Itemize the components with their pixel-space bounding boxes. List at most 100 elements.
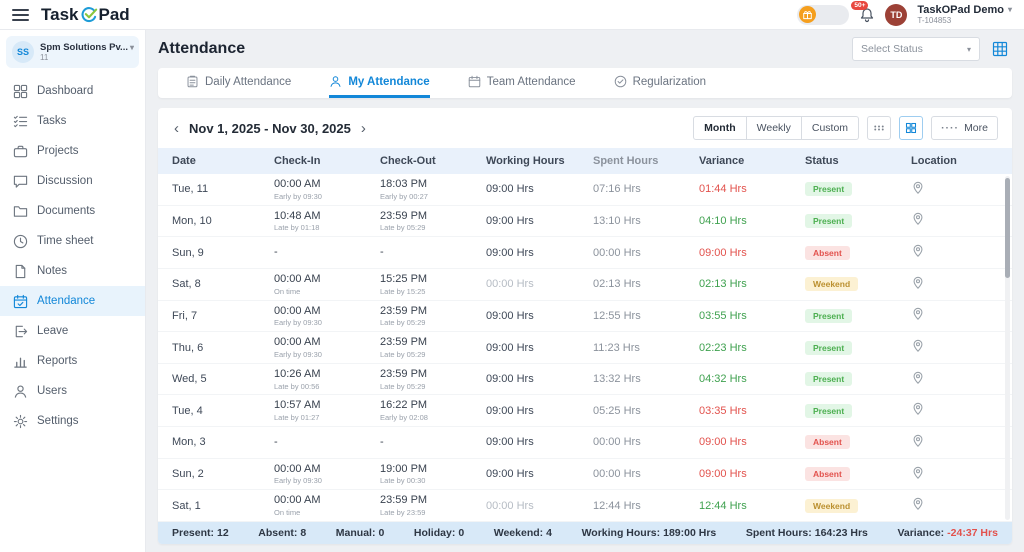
- sidebar-item-projects[interactable]: Projects: [0, 136, 145, 166]
- location-pin-icon[interactable]: [911, 466, 925, 480]
- table-row[interactable]: Fri, 7 00:00 AM Early by 09:30 23:59 PM …: [158, 301, 1012, 333]
- location-pin-icon[interactable]: [911, 276, 925, 290]
- sidebar-item-label: Reports: [37, 355, 78, 367]
- status-badge: Absent: [805, 245, 850, 260]
- user-avatar[interactable]: TD: [885, 3, 908, 26]
- sidebar-item-label: Discussion: [37, 175, 93, 187]
- checkout-cell: 23:59 PM Late by 05:29: [380, 210, 486, 233]
- sidebar-item-tasks[interactable]: Tasks: [0, 106, 145, 136]
- checkout-note: Late by 15:25: [380, 286, 426, 296]
- sidebar-item-users[interactable]: Users: [0, 376, 145, 406]
- spent-hours-value: 12:55 Hrs: [593, 309, 641, 322]
- summary-item: Manual: 0: [336, 527, 385, 539]
- notification-badge: 50+: [851, 0, 869, 10]
- more-dots-icon: ····: [941, 122, 960, 134]
- location-pin-icon[interactable]: [911, 181, 925, 195]
- calendar-view-button[interactable]: [899, 116, 924, 140]
- grid-view-button[interactable]: [988, 37, 1012, 61]
- gift-icon[interactable]: [799, 6, 817, 23]
- variance-value: 02:13 Hrs: [699, 278, 747, 291]
- view-month-button[interactable]: Month: [693, 116, 747, 140]
- location-pin-icon[interactable]: [911, 402, 925, 416]
- location-pin-icon[interactable]: [911, 307, 925, 321]
- table-row[interactable]: Wed, 5 10:26 AM Late by 00:56 23:59 PM L…: [158, 364, 1012, 396]
- working-hours-value: 09:00 Hrs: [486, 341, 534, 354]
- table-row[interactable]: Sat, 1 00:00 AM On time 23:59 PM Late by…: [158, 490, 1012, 522]
- more-button[interactable]: ···· More: [931, 116, 998, 140]
- checkout-time: -: [380, 245, 384, 258]
- table-row[interactable]: Sat, 8 00:00 AM On time 15:25 PM Late by…: [158, 269, 1012, 301]
- sidebar-item-label: Projects: [37, 145, 79, 157]
- checkin-note: Early by 09:30: [274, 318, 322, 328]
- hamburger-menu-icon[interactable]: [12, 8, 29, 21]
- tab-daily-attendance[interactable]: Daily Attendance: [186, 68, 291, 98]
- variance-value: 02:23 Hrs: [699, 341, 747, 354]
- column-checkout: Check-Out: [380, 155, 436, 167]
- logo-checkmark-icon: [81, 6, 97, 22]
- sidebar-item-dashboard[interactable]: Dashboard: [0, 76, 145, 106]
- tab-regularization[interactable]: Regularization: [614, 68, 706, 98]
- summary-item: Weekend: 4: [494, 527, 552, 539]
- checkout-time: 16:22 PM: [380, 399, 428, 412]
- table-header: Date Check-In Check-Out Working Hours Sp…: [158, 148, 1012, 174]
- status-filter-select[interactable]: Select Status ▾: [852, 37, 980, 61]
- status-badge: Weekend: [805, 498, 859, 513]
- scrollbar-thumb[interactable]: [1005, 178, 1010, 278]
- location-pin-icon[interactable]: [911, 212, 925, 226]
- sidebar-item-timesheet[interactable]: Time sheet: [0, 226, 145, 256]
- checkout-time: 15:25 PM: [380, 272, 428, 285]
- table-row[interactable]: Mon, 3 - - 09:00 Hrs 00:00 Hrs 09:00 Hrs…: [158, 427, 1012, 459]
- date-cell: Thu, 6: [172, 341, 204, 354]
- location-pin-icon[interactable]: [911, 339, 925, 353]
- note-icon: [15, 264, 26, 278]
- column-working-hours: Working Hours: [486, 155, 565, 167]
- notifications-button[interactable]: 50+: [851, 0, 875, 23]
- view-weekly-button[interactable]: Weekly: [746, 116, 802, 140]
- sidebar-item-attendance[interactable]: Attendance: [0, 286, 145, 316]
- prev-month-icon[interactable]: ‹: [172, 121, 181, 136]
- location-pin-icon[interactable]: [911, 497, 925, 511]
- sidebar-item-discussion[interactable]: Discussion: [0, 166, 145, 196]
- sidebar-item-documents[interactable]: Documents: [0, 196, 145, 226]
- company-avatar: SS: [12, 41, 34, 63]
- scrollbar[interactable]: [1005, 176, 1010, 520]
- sidebar-item-leave[interactable]: Leave: [0, 316, 145, 346]
- next-month-icon[interactable]: ›: [359, 121, 368, 136]
- location-pin-icon[interactable]: [911, 434, 925, 448]
- table-row[interactable]: Tue, 4 10:57 AM Late by 01:27 16:22 PM E…: [158, 395, 1012, 428]
- sidebar-item-settings[interactable]: Settings: [0, 406, 145, 436]
- sidebar-item-reports[interactable]: Reports: [0, 346, 145, 376]
- view-custom-button[interactable]: Custom: [801, 116, 860, 140]
- sidebar-item-notes[interactable]: Notes: [0, 256, 145, 286]
- gear-icon: [13, 414, 28, 428]
- location-pin-icon[interactable]: [911, 371, 925, 385]
- clipboard-icon: [187, 75, 198, 88]
- table-row[interactable]: Sun, 2 00:00 AM Early by 09:30 19:00 PM …: [158, 459, 1012, 491]
- status-badge: Weekend: [805, 277, 859, 292]
- tab-my-attendance[interactable]: My Attendance: [329, 68, 430, 98]
- date-cell: Tue, 4: [172, 404, 203, 417]
- bar-chart-icon: [14, 357, 27, 368]
- summary-item: Working Hours: 189:00 Hrs: [582, 527, 717, 539]
- promo-pill[interactable]: [797, 4, 850, 25]
- checkin-time: 00:00 AM: [274, 177, 321, 190]
- checkin-time: 00:00 AM: [274, 336, 321, 349]
- table-row[interactable]: Thu, 6 00:00 AM Early by 09:30 23:59 PM …: [158, 332, 1012, 364]
- summary-value: 0: [458, 527, 465, 539]
- app-logo: Task Pad: [41, 5, 130, 25]
- table-row[interactable]: Tue, 11 00:00 AM Early by 09:30 18:03 PM…: [158, 174, 1012, 206]
- working-hours-value: 09:00 Hrs: [486, 246, 534, 259]
- location-pin-icon[interactable]: [911, 244, 925, 258]
- account-menu[interactable]: TaskOPad Demo ▾ T-104853: [917, 4, 1012, 26]
- checkin-cell: 00:00 AM Early by 09:30: [274, 336, 380, 359]
- checkin-cell: 10:57 AM Late by 01:27: [274, 399, 380, 422]
- list-view-button[interactable]: [867, 116, 892, 140]
- variance-value: 12:44 Hrs: [699, 499, 747, 512]
- company-selector[interactable]: SS Spm Solutions Pv... ▾ 11: [6, 36, 139, 68]
- checkout-cell: -: [380, 436, 486, 450]
- checkin-cell: 00:00 AM On time: [274, 273, 380, 296]
- table-row[interactable]: Mon, 10 10:48 AM Late by 01:18 23:59 PM …: [158, 206, 1012, 238]
- table-row[interactable]: Sun, 9 - - 09:00 Hrs 00:00 Hrs 09:00 Hrs…: [158, 237, 1012, 269]
- tab-team-attendance[interactable]: Team Attendance: [468, 68, 576, 98]
- date-range-nav: ‹ Nov 1, 2025 - Nov 30, 2025 ›: [172, 121, 368, 136]
